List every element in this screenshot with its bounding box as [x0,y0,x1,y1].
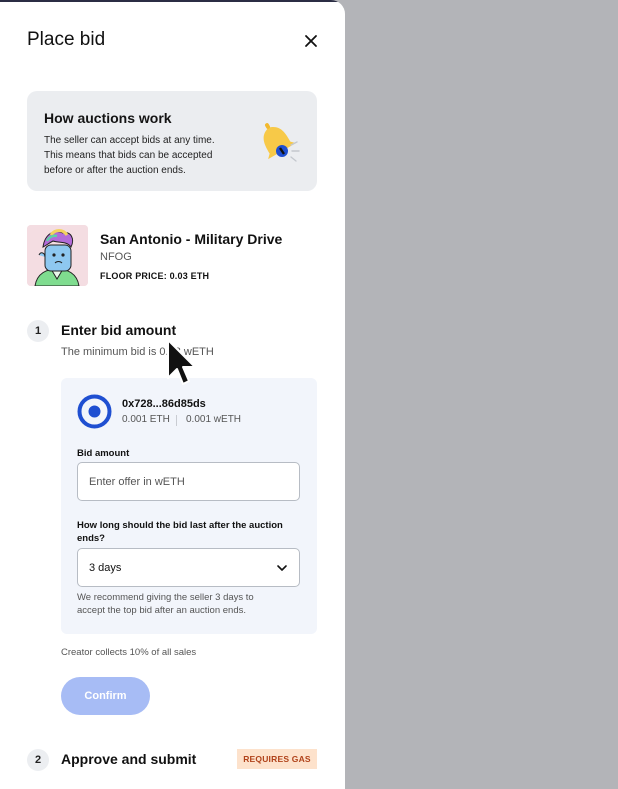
nft-name: San Antonio - Military Drive [100,231,283,247]
balance-divider [176,415,177,426]
top-edge [0,0,345,2]
bid-duration-select[interactable]: 3 days [77,548,300,587]
bid-amount-label: Bid amount [77,448,130,459]
bell-icon [263,123,300,162]
place-bid-panel: Place bid How auctions work The seller c… [0,0,345,789]
bid-form: 0x728...86d85ds 0.001 ETH 0.001 wETH Bid… [61,378,317,634]
nft-thumbnail[interactable] [27,225,88,286]
step-1-title: Enter bid amount [61,322,177,338]
auction-info-box: How auctions work The seller can accept … [27,91,317,191]
wallet-address: 0x728...86d85ds [122,398,206,410]
step-1-number: 1 [27,320,49,342]
info-text: The seller can accept bids at any time. … [44,135,215,176]
mouse-pointer-icon [167,339,196,385]
requires-gas-badge: REQUIRES GAS [237,749,317,769]
bid-amount-input[interactable] [77,462,300,501]
nft-collection: NFOG [100,251,132,263]
duration-hint: We recommend giving the seller 3 days to… [77,592,254,616]
close-icon[interactable] [302,32,320,50]
confirm-button[interactable]: Confirm [61,677,150,715]
step-2-title: Approve and submit [61,751,197,767]
info-title: How auctions work [44,110,172,126]
chevron-down-icon [277,565,287,571]
wallet-avatar-icon [77,394,112,429]
bid-duration-label: How long should the bid last after the a… [77,520,283,544]
floor-price: FLOOR PRICE: 0.03 ETH [100,271,210,281]
nft-artwork-image [27,225,88,286]
modal-backdrop[interactable] [345,0,618,789]
weth-balance: 0.001 wETH [186,414,242,425]
dialog-title: Place bid [27,29,106,50]
bid-duration-value: 3 days [89,562,122,574]
eth-balance: 0.001 ETH [122,414,170,425]
creator-royalty-note: Creator collects 10% of all sales [61,647,197,658]
step-2-number: 2 [27,749,49,771]
